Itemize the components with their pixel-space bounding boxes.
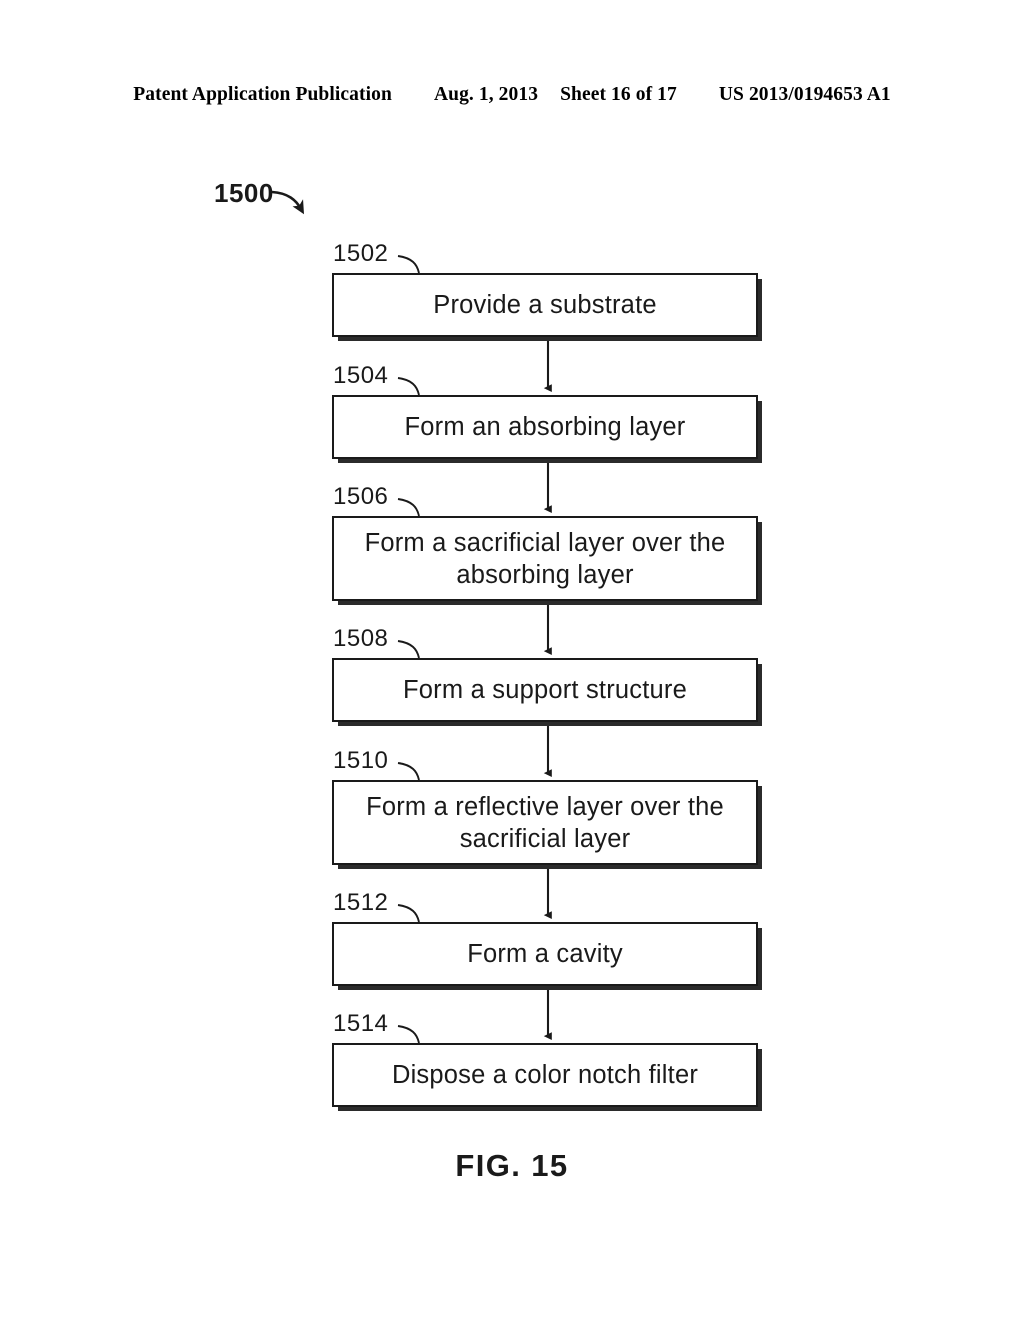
reference-numeral-1506: 1506 [333, 483, 389, 510]
reference-numeral-1508: 1508 [333, 625, 389, 652]
reference-numeral-1504: 1504 [333, 362, 389, 389]
flow-step-1506-label: Form a sacrificial layer over the absorb… [364, 528, 726, 589]
flow-step-1512[interactable]: Form a cavity [332, 922, 758, 986]
flow-step-1514-label: Dispose a color notch filter [391, 1061, 699, 1089]
flow-step-1510[interactable]: Form a reflective layer over the sacrifi… [332, 780, 758, 865]
flow-step-1502[interactable]: Provide a substrate [332, 273, 758, 337]
figure-caption: FIG. 15 [455, 1148, 569, 1183]
flowchart-identifier-arrow [271, 190, 305, 215]
reference-numeral-1510: 1510 [333, 747, 389, 774]
flow-step-1512-label: Form a cavity [467, 940, 623, 968]
flow-step-1508-label: Form a support structure [403, 676, 687, 704]
flow-step-1504[interactable]: Form an absorbing layer [332, 395, 758, 459]
flow-step-1502-label: Provide a substrate [433, 291, 657, 319]
flow-step-1510-label: Form a reflective layer over the sacrifi… [366, 792, 724, 853]
figure-canvas: 1500 1502 Provide a substrate 1504 Form … [0, 0, 1024, 1320]
reference-numeral-1502: 1502 [333, 240, 389, 267]
reference-numeral-1514: 1514 [333, 1010, 389, 1037]
flow-step-1504-label: Form an absorbing layer [404, 413, 686, 441]
flow-step-1506[interactable]: Form a sacrificial layer over the absorb… [332, 516, 758, 601]
reference-numeral-1512: 1512 [333, 889, 389, 916]
flow-step-1508[interactable]: Form a support structure [332, 658, 758, 722]
flow-step-1514[interactable]: Dispose a color notch filter [332, 1043, 758, 1107]
